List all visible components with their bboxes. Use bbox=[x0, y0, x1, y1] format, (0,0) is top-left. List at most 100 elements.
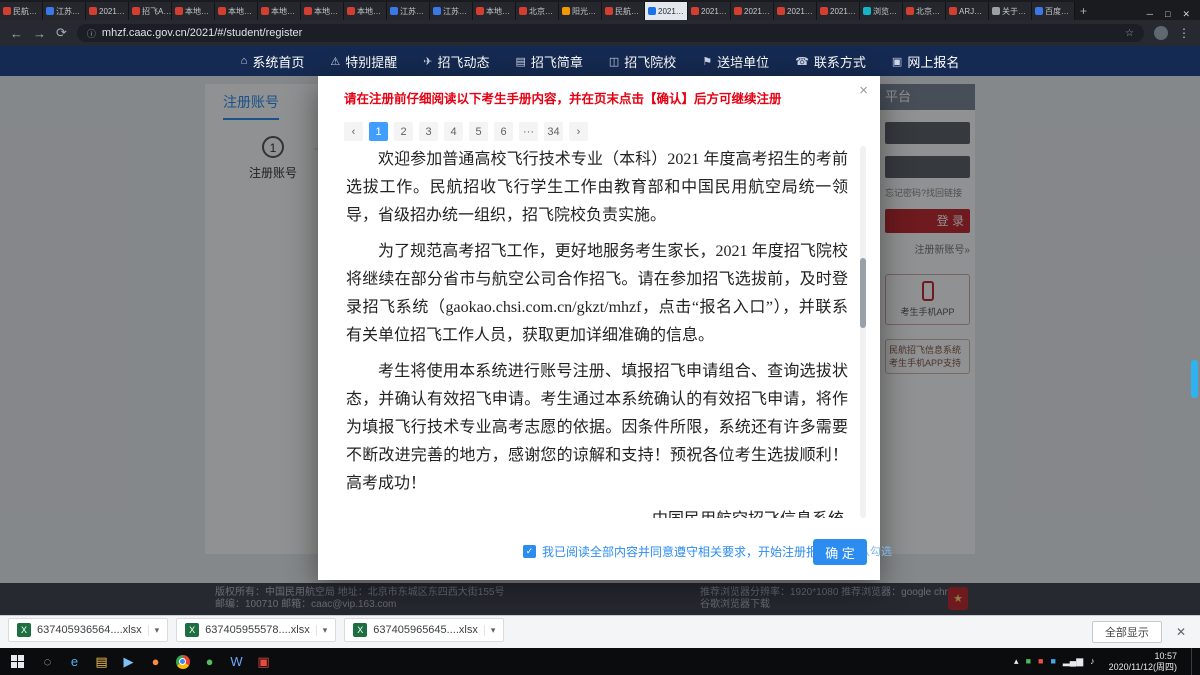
download-item[interactable]: X637405955578....xlsx▾ bbox=[176, 618, 336, 642]
tray-green-app-icon[interactable]: ■ bbox=[1026, 657, 1031, 666]
agree-text[interactable]: 我已阅读全部内容并同意遵守相关要求，开始注册报名。 bbox=[542, 543, 842, 560]
download-caret-icon[interactable]: ▾ bbox=[484, 625, 496, 636]
browser-tab[interactable]: 江苏… bbox=[387, 2, 430, 20]
nav-item[interactable]: ⌂系统首页 bbox=[241, 52, 305, 71]
tab-label: 百度… bbox=[1045, 6, 1069, 17]
ie-browser-icon[interactable]: e bbox=[61, 648, 88, 675]
browser-tab[interactable]: 北京… bbox=[516, 2, 559, 20]
pagination-page[interactable]: 1 bbox=[369, 122, 388, 141]
back-icon[interactable]: ← bbox=[10, 26, 23, 41]
browser-tab[interactable]: 江苏… bbox=[43, 2, 86, 20]
browser-tab[interactable]: 本地… bbox=[172, 2, 215, 20]
browser-tab[interactable]: 北京… bbox=[903, 2, 946, 20]
browser-tab[interactable]: 浏览… bbox=[860, 2, 903, 20]
nav-item[interactable]: ☎联系方式 bbox=[795, 52, 866, 71]
browser-tab[interactable]: 阳光… bbox=[559, 2, 602, 20]
show-all-downloads-button[interactable]: 全部显示 bbox=[1092, 621, 1162, 643]
page-scrollbar-thumb[interactable] bbox=[1191, 360, 1198, 398]
browser-tab[interactable]: 2021… bbox=[688, 2, 731, 20]
nav-item[interactable]: ▤招飞简章 bbox=[515, 52, 582, 71]
pagination-next-icon[interactable]: › bbox=[569, 122, 588, 141]
browser-tab[interactable]: 招飞A… bbox=[129, 2, 172, 20]
profile-avatar[interactable] bbox=[1154, 26, 1168, 40]
download-item[interactable]: X637405936564....xlsx▾ bbox=[8, 618, 168, 642]
browser-tab[interactable]: 关于… bbox=[989, 2, 1032, 20]
pagination-page[interactable]: 3 bbox=[419, 122, 438, 141]
browser-tab[interactable]: 2021… bbox=[731, 2, 774, 20]
search-icon[interactable]: ◌ bbox=[34, 648, 61, 675]
tab-label: 民航… bbox=[615, 6, 639, 17]
browser-tab[interactable]: 民航… bbox=[602, 2, 645, 20]
browser-tab[interactable]: 本地… bbox=[344, 2, 387, 20]
close-button[interactable]: ✕ bbox=[1182, 9, 1190, 20]
excel-file-icon: X bbox=[353, 623, 367, 637]
show-desktop-button[interactable] bbox=[1191, 648, 1196, 675]
tray-expand-icon[interactable]: ▴ bbox=[1014, 657, 1019, 666]
forward-icon[interactable]: → bbox=[33, 26, 46, 41]
modal-scrollbar[interactable] bbox=[860, 146, 866, 518]
browser-tab[interactable]: 2021… bbox=[86, 2, 129, 20]
pagination-page[interactable]: 5 bbox=[469, 122, 488, 141]
nav-item-label: 网上报名 bbox=[907, 52, 959, 71]
browser-tab[interactable]: 2021… bbox=[645, 2, 688, 20]
download-caret-icon[interactable]: ▾ bbox=[316, 625, 328, 636]
new-tab-button[interactable]: + bbox=[1080, 2, 1087, 20]
word-icon[interactable]: W bbox=[223, 648, 250, 675]
browser-tab[interactable]: 江苏… bbox=[430, 2, 473, 20]
nav-item[interactable]: ⚠特别提醒 bbox=[330, 52, 397, 71]
modal-close-icon[interactable]: × bbox=[859, 82, 868, 99]
downloads-bar-close-icon[interactable]: ✕ bbox=[1170, 625, 1192, 639]
tray-blue-app-icon[interactable]: ■ bbox=[1050, 657, 1055, 666]
tab-favicon bbox=[1035, 7, 1043, 15]
nav-item[interactable]: ◫招飞院校 bbox=[609, 52, 676, 71]
pagination-page[interactable]: 6 bbox=[494, 122, 513, 141]
pagination-page[interactable]: 4 bbox=[444, 122, 463, 141]
red-app-icon[interactable]: ▣ bbox=[250, 648, 277, 675]
browser-menu-icon[interactable]: ⋮ bbox=[1178, 26, 1190, 40]
nav-item[interactable]: ⚑送培单位 bbox=[702, 52, 769, 71]
tab-label: 2021… bbox=[744, 7, 770, 16]
chrome-browser-icon[interactable] bbox=[169, 648, 196, 675]
browser-tab[interactable]: 本地… bbox=[473, 2, 516, 20]
secure-browser-icon[interactable]: ● bbox=[196, 648, 223, 675]
start-button[interactable] bbox=[0, 648, 34, 675]
bookmark-star-icon[interactable]: ☆ bbox=[1125, 28, 1134, 39]
handbook-paragraph: 为了规范高考招飞工作，更好地服务考生家长，2021 年度招飞院校将继续在部分省市… bbox=[346, 238, 848, 350]
address-bar[interactable]: ⓘ mhzf.caac.gov.cn/2021/#/student/regist… bbox=[77, 24, 1144, 42]
maximize-button[interactable]: □ bbox=[1165, 9, 1170, 20]
pagination-prev-icon[interactable]: ‹ bbox=[344, 122, 363, 141]
page-info-icon[interactable]: ⓘ bbox=[87, 27, 96, 40]
browser-tab[interactable]: 2021… bbox=[774, 2, 817, 20]
browser-tab[interactable]: ARJ… bbox=[946, 2, 989, 20]
browser-tab[interactable]: 本地… bbox=[215, 2, 258, 20]
nav-item[interactable]: ▣网上报名 bbox=[892, 52, 959, 71]
download-item[interactable]: X637405965645....xlsx▾ bbox=[344, 618, 504, 642]
modal-notice-text: 请在注册前仔细阅读以下考生手册内容，并在页末点击【确认】后方可继续注册 bbox=[344, 88, 836, 107]
pagination-page[interactable]: 2 bbox=[394, 122, 413, 141]
tray-volume-icon[interactable]: ♪ bbox=[1090, 657, 1095, 666]
download-caret-icon[interactable]: ▾ bbox=[148, 625, 160, 636]
media-player-icon[interactable]: ▶ bbox=[115, 648, 142, 675]
minimize-button[interactable]: ─ bbox=[1147, 9, 1153, 20]
reload-icon[interactable]: ⟳ bbox=[56, 25, 67, 41]
taskbar-clock[interactable]: 10:57 2020/11/12(周四) bbox=[1103, 651, 1183, 673]
tray-network-icon[interactable]: ▂▄▆ bbox=[1063, 657, 1083, 666]
excel-file-icon: X bbox=[17, 623, 31, 637]
file-explorer-icon[interactable]: ▤ bbox=[88, 648, 115, 675]
taskbar-glyph: e bbox=[71, 655, 78, 668]
firefox-browser-icon[interactable]: ● bbox=[142, 648, 169, 675]
confirm-button[interactable]: 确 定 bbox=[813, 539, 867, 565]
tab-label: 招飞A… bbox=[142, 6, 171, 17]
tab-favicon bbox=[777, 7, 785, 15]
browser-tab[interactable]: 2021… bbox=[817, 2, 860, 20]
pagination-ellipsis[interactable]: ··· bbox=[519, 122, 538, 141]
nav-item[interactable]: ✈招飞动态 bbox=[423, 52, 489, 71]
modal-scrollbar-thumb[interactable] bbox=[860, 258, 866, 328]
pagination-page[interactable]: 34 bbox=[544, 122, 563, 141]
tray-red-app-icon[interactable]: ■ bbox=[1038, 657, 1043, 666]
browser-tab[interactable]: 本地… bbox=[258, 2, 301, 20]
browser-tab[interactable]: 本地… bbox=[301, 2, 344, 20]
browser-tab[interactable]: 百度… bbox=[1032, 2, 1075, 20]
agree-checkbox[interactable]: ✓ bbox=[523, 545, 536, 558]
browser-tab[interactable]: 民航… bbox=[0, 2, 43, 20]
